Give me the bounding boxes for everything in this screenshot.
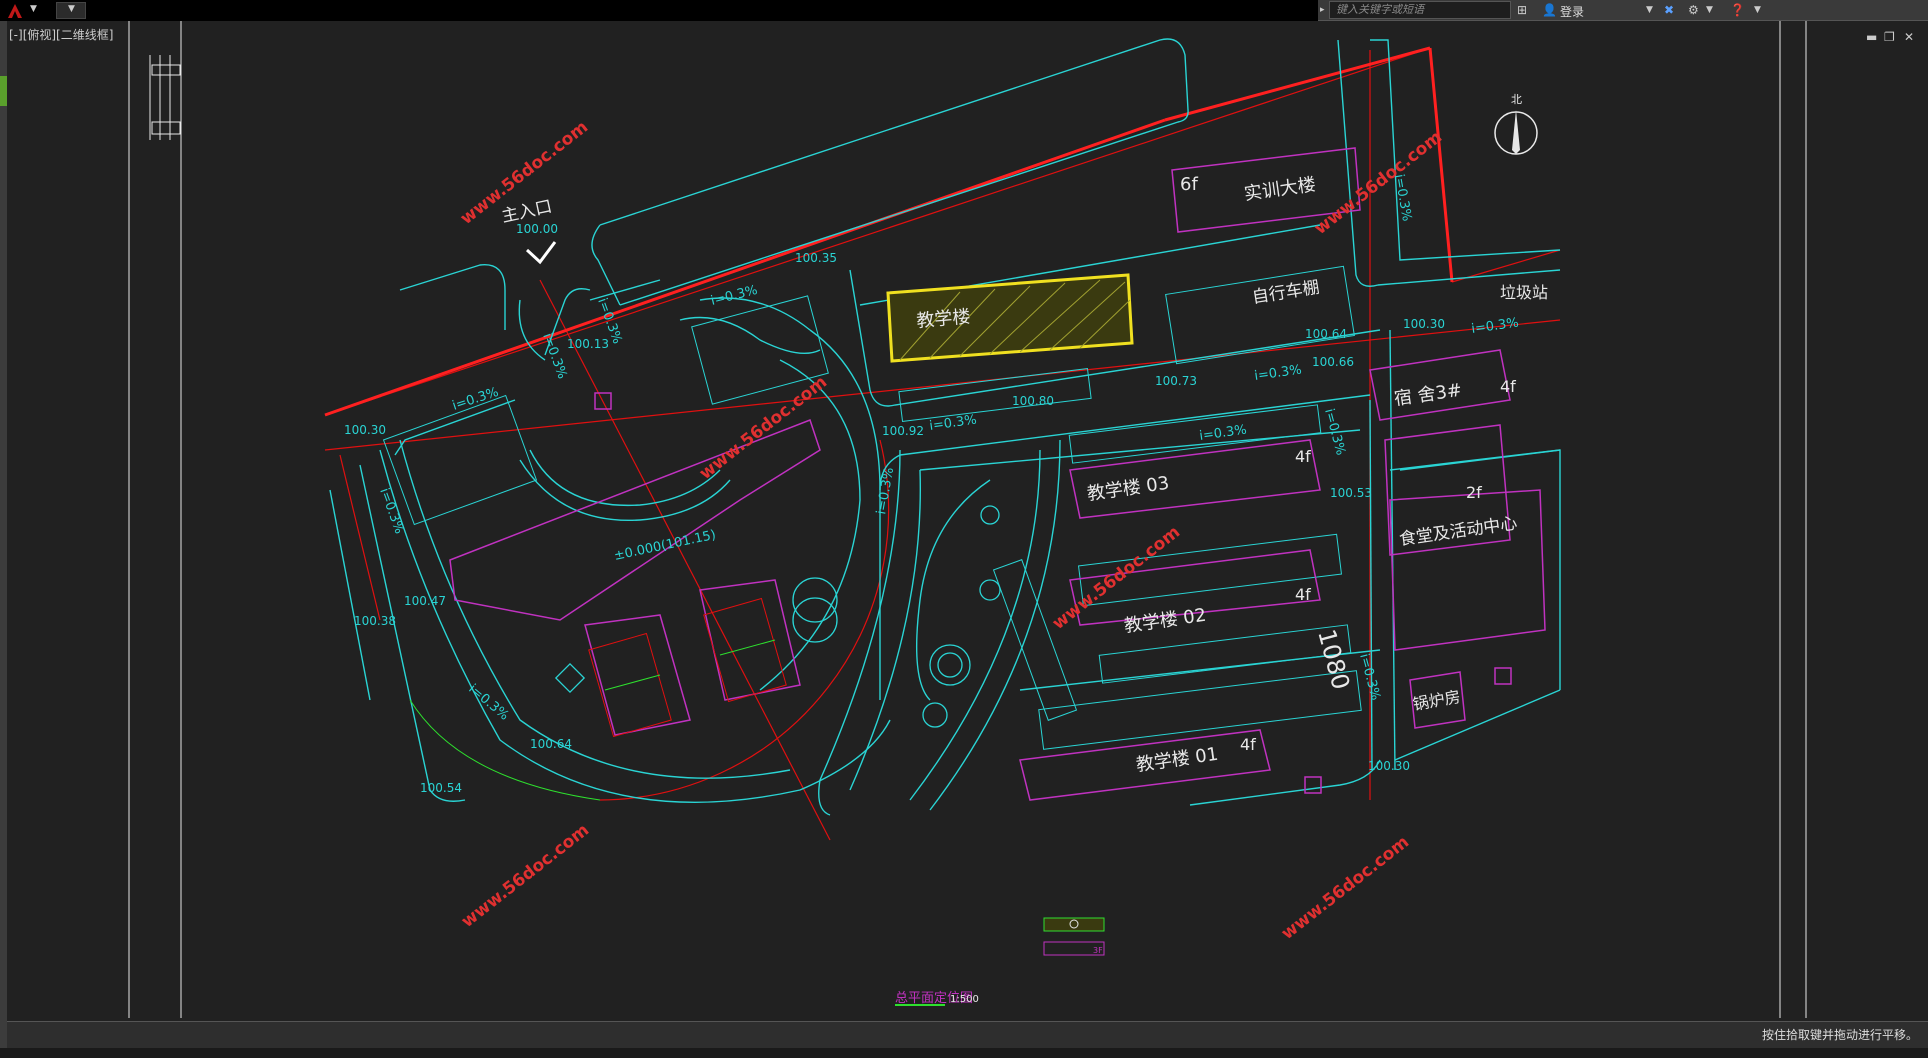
status-message: 按住拾取键并拖动进行平移。 (1761, 1028, 1918, 1042)
plaza-elevation-label: ±0.000(101.15) (613, 528, 718, 564)
main-road-red (324, 118, 1166, 417)
dorm-floors-label: 4f (1500, 377, 1516, 396)
elevation-label: 100.92 (882, 424, 924, 438)
watermark-text: www.56doc.com (1278, 832, 1413, 944)
canteen-floors-label: 2f (1466, 483, 1482, 502)
elevation-label: 100.13 (567, 337, 609, 351)
north-arrow-icon: 北 (1494, 93, 1538, 155)
garbage-station-label: 垃圾站 (1500, 283, 1548, 302)
parking-stalls (382, 265, 1362, 750)
slope-label: i=0.3% (928, 412, 977, 433)
elevation-label: 100.64 (530, 737, 572, 751)
site-plan-drawing: 实训大楼 6f 自行车棚 垃圾站 宿 舍3# 4f 教学楼 03 4f 教学楼 … (128, 21, 1807, 1018)
watermark-text: www.56doc.com (458, 820, 593, 932)
teaching-building-01-label: 教学楼 01 (1135, 744, 1220, 776)
bike-shed-label: 自行车棚 (1251, 278, 1321, 308)
elevation-label: 100.80 (1012, 394, 1054, 408)
building-labels: 实训大楼 6f 自行车棚 垃圾站 宿 舍3# 4f 教学楼 03 4f 教学楼 … (500, 174, 1548, 776)
training-building-label: 实训大楼 (1243, 174, 1317, 205)
watermark-text: www.56doc.com (1311, 127, 1446, 239)
drawing-title: 总平面定位图 1:500 (895, 991, 979, 1006)
status-bar (7, 1021, 1928, 1048)
dorm-label: 宿 舍3# (1393, 380, 1464, 410)
new-teaching-building[interactable]: 教学楼 (886, 273, 1134, 363)
drawing-scale-text: 1:500 (950, 994, 979, 1005)
slope-label: i=0.3% (539, 331, 569, 381)
entrance-arrow-icon (525, 241, 557, 265)
teaching-building-03-floors: 4f (1295, 447, 1311, 466)
teaching-building-02-label: 教学楼 02 (1123, 605, 1208, 637)
watermark-text: www.56doc.com (696, 372, 831, 484)
slope-label: i=0.3% (874, 466, 897, 515)
elevation-label: 100.38 (354, 614, 396, 628)
slope-label: i=0.3% (376, 486, 406, 536)
elevation-label: 100.30 (1403, 317, 1445, 331)
slope-label: i=0.3% (709, 283, 759, 309)
training-floors-label: 6f (1180, 174, 1198, 195)
teaching-building-01-floors: 4f (1240, 735, 1256, 754)
elevation-label: 100.47 (404, 594, 446, 608)
canteen-label: 食堂及活动中心 (1398, 514, 1519, 550)
elevation-label: 100.30 (1368, 759, 1410, 773)
elevation-label: 100.54 (420, 781, 462, 795)
watermarks: www.56doc.com www.56doc.com www.56doc.co… (457, 117, 1446, 944)
slope-label: i=0.3% (465, 682, 511, 724)
slope-label: i=0.3% (451, 385, 501, 414)
elevation-label: 100.66 (1312, 355, 1354, 369)
bottom-strip (0, 1048, 1928, 1058)
elevation-label: 100.35 (795, 251, 837, 265)
elevation-label: 100.30 (344, 423, 386, 437)
teaching-building-03-label: 教学楼 03 (1086, 473, 1171, 505)
elevation-label: 100.64 (1305, 327, 1347, 341)
elevation-label: 100.00 (516, 222, 558, 236)
drawing-frame (128, 21, 1807, 1018)
north-label: 北 (1511, 93, 1522, 106)
elevation-label: 100.73 (1155, 374, 1197, 388)
site-boundary-lines (324, 47, 1561, 841)
boiler-room-label: 锅炉房 (1411, 687, 1462, 714)
slope-label: i=0.3% (1356, 652, 1383, 702)
slope-label: i=0.3% (1470, 315, 1519, 336)
legend: 3F (1043, 917, 1105, 956)
plaza-features (554, 505, 1001, 728)
legend-floors-label: 3F (1093, 946, 1103, 955)
teaching-building-02-floors: 4f (1295, 585, 1311, 604)
slope-label: i=0.3% (1253, 362, 1302, 383)
elevation-label: 100.53 (1330, 486, 1372, 500)
